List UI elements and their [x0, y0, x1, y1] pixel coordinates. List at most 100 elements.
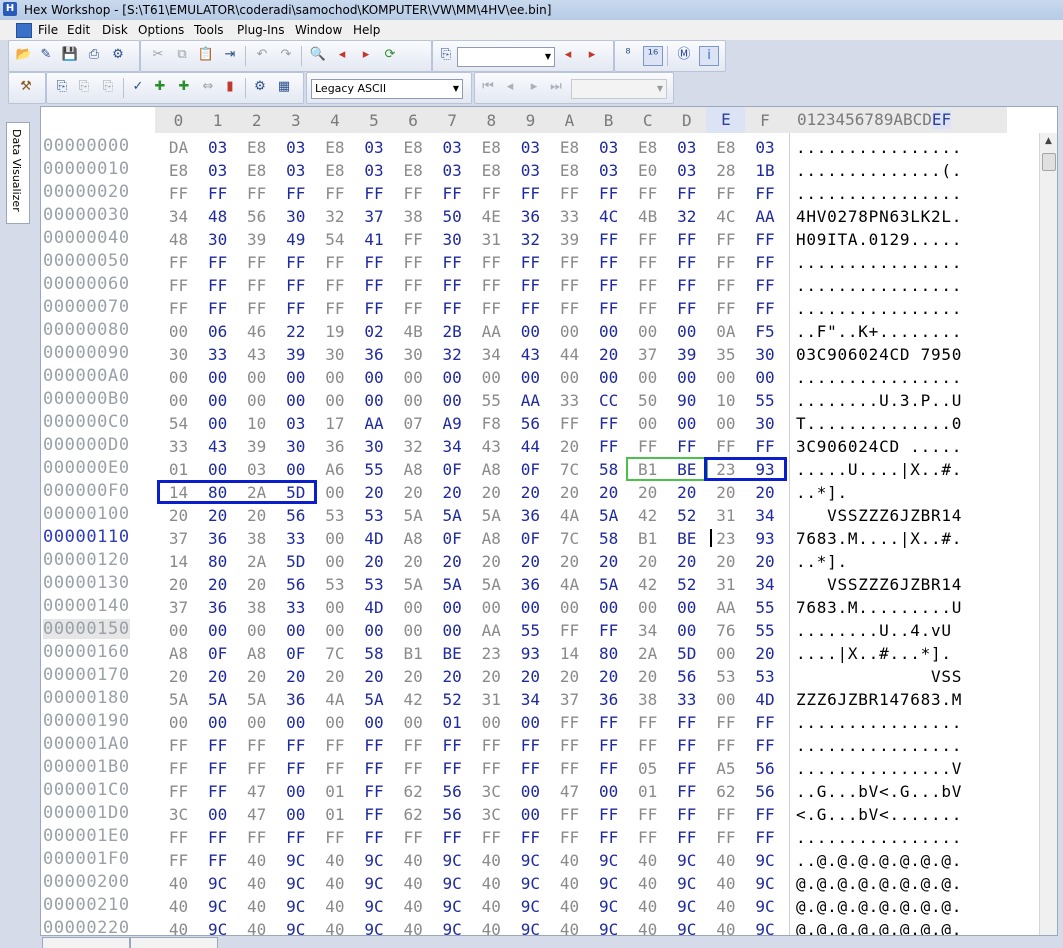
- hex-byte[interactable]: E8: [472, 161, 511, 180]
- bookmark-next-icon[interactable]: ▸: [583, 46, 601, 64]
- hex-byte[interactable]: 50: [433, 207, 472, 226]
- hex-byte[interactable]: 00: [628, 322, 667, 341]
- hex-byte[interactable]: FF: [276, 253, 315, 272]
- hex-byte[interactable]: 23: [472, 644, 511, 663]
- hex-byte[interactable]: 33: [276, 529, 315, 548]
- hex-byte[interactable]: FF: [589, 759, 628, 778]
- hex-byte[interactable]: BE: [433, 644, 472, 663]
- hex-byte[interactable]: 43: [511, 345, 550, 364]
- hex-byte[interactable]: 20: [355, 483, 394, 502]
- hex-byte[interactable]: 32: [667, 207, 706, 226]
- hex-byte[interactable]: FF: [276, 828, 315, 847]
- hex-byte[interactable]: 00: [628, 598, 667, 617]
- hex-byte[interactable]: FF: [237, 184, 276, 203]
- statistics-icon[interactable]: ▮: [221, 78, 239, 96]
- hex-byte[interactable]: BE: [667, 529, 706, 548]
- hex-editor[interactable]: 0123456789ABCDEF 0123456789ABCDEF 000000…: [40, 106, 1058, 936]
- cut-icon[interactable]: ✂: [149, 46, 167, 64]
- record-combo[interactable]: ▼: [571, 79, 667, 99]
- hex-byte[interactable]: 34: [472, 345, 511, 364]
- hex-byte[interactable]: 38: [237, 598, 276, 617]
- hex-byte[interactable]: FF: [237, 253, 276, 272]
- hex-byte[interactable]: 00: [198, 621, 237, 640]
- hex-byte[interactable]: 9C: [589, 874, 628, 893]
- hex-byte[interactable]: 28: [706, 161, 745, 180]
- hex-byte[interactable]: 43: [198, 437, 237, 456]
- hex-byte[interactable]: FF: [315, 253, 354, 272]
- hex-byte[interactable]: 00: [706, 644, 745, 663]
- hex-byte[interactable]: 01: [315, 805, 354, 824]
- hex-byte[interactable]: 00: [276, 713, 315, 732]
- hex-byte[interactable]: FF: [589, 276, 628, 295]
- hex-byte[interactable]: 30: [276, 207, 315, 226]
- hex-byte[interactable]: FF: [433, 253, 472, 272]
- hex-byte[interactable]: 00: [550, 598, 589, 617]
- hex-byte[interactable]: FF: [746, 253, 785, 272]
- hex-byte[interactable]: FF: [628, 805, 667, 824]
- hex-byte[interactable]: 03: [355, 138, 394, 157]
- hex-byte[interactable]: FF: [667, 299, 706, 318]
- hex-byte[interactable]: 40: [706, 897, 745, 916]
- document-tab[interactable]: [130, 937, 218, 948]
- ascii-line[interactable]: @.@.@.@.@.@.@.@.: [796, 874, 962, 893]
- hex-byte[interactable]: 9C: [433, 874, 472, 893]
- redo-icon[interactable]: ↷: [277, 46, 295, 64]
- hex-byte[interactable]: 03: [355, 161, 394, 180]
- hex-byte[interactable]: 40: [315, 920, 354, 935]
- hex-byte[interactable]: 9C: [433, 920, 472, 935]
- hex-byte[interactable]: FF: [589, 184, 628, 203]
- hex-byte[interactable]: FF: [667, 782, 706, 801]
- hex-byte[interactable]: FF: [746, 299, 785, 318]
- ascii-line[interactable]: @.@.@.@.@.@.@.@.: [796, 897, 962, 916]
- hex-byte[interactable]: 20: [746, 644, 785, 663]
- hex-byte[interactable]: 9C: [198, 874, 237, 893]
- hex-byte[interactable]: FF: [237, 276, 276, 295]
- hex-byte[interactable]: FF: [628, 253, 667, 272]
- hex-byte[interactable]: 31: [706, 506, 745, 525]
- word-size-icon[interactable]: ⁸: [619, 46, 637, 64]
- hex-byte[interactable]: 00: [706, 368, 745, 387]
- hex-byte[interactable]: 93: [511, 644, 550, 663]
- hex-byte[interactable]: FF: [667, 230, 706, 249]
- hex-byte[interactable]: FF: [706, 299, 745, 318]
- hex-byte[interactable]: 0F: [433, 529, 472, 548]
- hex-byte[interactable]: 00: [511, 713, 550, 732]
- hex-byte[interactable]: 0F: [511, 529, 550, 548]
- hex-byte[interactable]: 37: [355, 207, 394, 226]
- hex-byte[interactable]: 20: [589, 667, 628, 686]
- hex-byte[interactable]: 53: [355, 575, 394, 594]
- hex-byte[interactable]: 03: [237, 460, 276, 479]
- hex-byte[interactable]: 9C: [433, 897, 472, 916]
- ascii-line[interactable]: ..@.@.@.@.@.@.@.: [796, 851, 962, 870]
- ascii-line[interactable]: ................: [796, 828, 962, 847]
- hex-byte[interactable]: 00: [237, 368, 276, 387]
- properties-icon[interactable]: ⚙: [109, 46, 127, 64]
- hex-byte[interactable]: 9C: [276, 897, 315, 916]
- ascii-line[interactable]: 7683.M.........U: [796, 598, 962, 617]
- hex-byte[interactable]: FF: [746, 713, 785, 732]
- hex-byte[interactable]: 00: [237, 713, 276, 732]
- hex-byte[interactable]: 40: [472, 874, 511, 893]
- hex-byte[interactable]: FF: [472, 299, 511, 318]
- hex-byte[interactable]: 47: [237, 782, 276, 801]
- hex-byte[interactable]: 3C: [472, 782, 511, 801]
- menu-disk[interactable]: Disk: [100, 22, 130, 38]
- motorola-icon[interactable]: Ⓜ: [675, 46, 693, 64]
- hex-byte[interactable]: 4C: [589, 207, 628, 226]
- ascii-line[interactable]: ..F"..K+........: [796, 322, 962, 341]
- hex-byte[interactable]: 48: [159, 230, 198, 249]
- hex-byte[interactable]: 00: [355, 621, 394, 640]
- hex-byte[interactable]: E8: [550, 138, 589, 157]
- vertical-scrollbar[interactable]: ▲: [1039, 133, 1057, 935]
- hex-byte[interactable]: 4C: [706, 207, 745, 226]
- hex-byte[interactable]: 05: [628, 759, 667, 778]
- hex-byte[interactable]: 4B: [394, 322, 433, 341]
- hex-byte[interactable]: 0F: [433, 460, 472, 479]
- hex-byte[interactable]: 00: [550, 322, 589, 341]
- ascii-line[interactable]: H09ITA.0129.....: [796, 230, 962, 249]
- ascii-line[interactable]: 7683.M....|X..#.: [796, 529, 962, 548]
- hex-byte[interactable]: 9C: [589, 851, 628, 870]
- hex-byte[interactable]: FF: [159, 828, 198, 847]
- hex-byte[interactable]: 9C: [276, 920, 315, 935]
- hex-byte[interactable]: 40: [628, 920, 667, 935]
